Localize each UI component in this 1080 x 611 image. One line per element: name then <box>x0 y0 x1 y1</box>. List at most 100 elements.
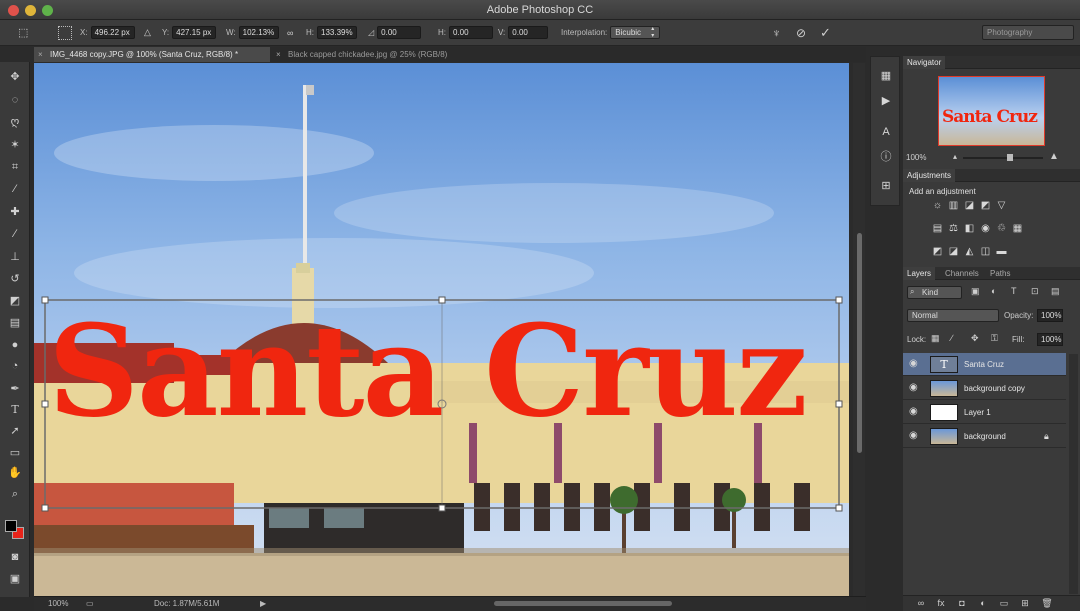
transform-tool-icon[interactable]: ⬚ <box>18 25 28 40</box>
clone-stamp-tool-icon[interactable]: ⊥ <box>7 250 23 264</box>
scroll-thumb[interactable] <box>857 233 862 453</box>
brightness-icon[interactable]: ☼ <box>931 200 944 212</box>
width-field[interactable]: 102.13% <box>238 26 279 39</box>
zoom-slider-knob[interactable] <box>1007 154 1013 161</box>
hue-saturation-icon[interactable]: ▤ <box>931 223 944 235</box>
history-panel-icon[interactable]: ▦ <box>879 69 893 83</box>
workspace-select[interactable]: Photography <box>982 25 1074 40</box>
status-zoom[interactable]: 100% <box>48 599 68 608</box>
photo-filter-icon[interactable]: ◉ <box>979 223 992 235</box>
filter-smart-object-icon[interactable]: ▤ <box>1051 286 1060 297</box>
visibility-eye-icon[interactable]: ◉ <box>909 407 921 417</box>
eyedropper-tool-icon[interactable]: ⁄ <box>7 182 23 196</box>
zoom-slider-track[interactable] <box>963 157 1043 159</box>
properties-panel-icon[interactable]: ⊞ <box>879 179 893 193</box>
hskew-field[interactable]: 0.00 <box>449 26 493 39</box>
levels-icon[interactable]: ▥ <box>947 200 960 212</box>
gradient-tool-icon[interactable]: ▤ <box>7 316 23 330</box>
curves-icon[interactable]: ◪ <box>963 200 976 212</box>
tab-navigator[interactable]: Navigator <box>903 56 946 69</box>
zoom-out-icon[interactable]: ▴ <box>953 152 957 161</box>
lock-all-icon[interactable]: ⚿ <box>991 333 998 344</box>
height-field[interactable]: 133.39% <box>317 26 357 39</box>
new-group-icon[interactable]: ▭ <box>998 598 1010 609</box>
black-white-icon[interactable]: ◧ <box>963 223 976 235</box>
new-layer-icon[interactable]: ⊞ <box>1019 598 1031 609</box>
fill-field[interactable]: 100% <box>1037 333 1063 346</box>
layer-santa-cruz[interactable]: ◉ T Santa Cruz <box>903 353 1066 376</box>
filter-shape-icon[interactable]: ⊡ <box>1031 286 1039 297</box>
layer-layer-1[interactable]: ◉ Layer 1 <box>903 401 1066 424</box>
navigator-zoom-value[interactable]: 100% <box>906 153 926 162</box>
blur-tool-icon[interactable]: ● <box>7 338 23 352</box>
warp-icon[interactable]: ♆ <box>772 25 781 40</box>
status-menu-arrow-icon[interactable]: ▶ <box>260 599 266 608</box>
eraser-tool-icon[interactable]: ◩ <box>7 294 23 308</box>
status-info-icon[interactable]: ▭ <box>86 599 94 608</box>
tab-img-4468[interactable]: × IMG_4468 copy.JPG @ 100% (Santa Cruz, … <box>34 47 270 62</box>
blend-mode-select[interactable]: Normal <box>907 309 999 322</box>
tab-adjustments[interactable]: Adjustments <box>903 169 956 182</box>
layer-style-icon[interactable]: fx <box>935 598 947 608</box>
move-tool-icon[interactable]: ✥ <box>7 70 23 84</box>
screen-mode-icon[interactable]: ▣ <box>7 572 23 586</box>
tab-paths[interactable]: Paths <box>986 267 1014 280</box>
color-balance-icon[interactable]: ⚖ <box>947 223 960 235</box>
opacity-field[interactable]: 100% <box>1037 309 1063 322</box>
brush-tool-icon[interactable]: ∕ <box>7 227 23 241</box>
lock-position-icon[interactable]: ✥ <box>971 333 979 344</box>
crop-tool-icon[interactable]: ⌗ <box>7 160 23 174</box>
invert-icon[interactable]: ◩ <box>931 246 944 258</box>
path-selection-tool-icon[interactable]: ➚ <box>7 424 23 438</box>
lock-image-icon[interactable]: ∕ <box>951 333 953 343</box>
color-lookup-icon[interactable]: ▦ <box>1011 223 1024 235</box>
filter-type-icon[interactable]: T <box>1011 286 1017 296</box>
layer-background-copy[interactable]: ◉ background copy <box>903 377 1066 400</box>
link-layers-icon[interactable]: ∞ <box>915 598 927 608</box>
close-tab-icon[interactable]: × <box>276 47 281 62</box>
lock-transparent-icon[interactable]: ▦ <box>931 333 940 344</box>
exposure-icon[interactable]: ◩ <box>979 200 992 212</box>
history-brush-tool-icon[interactable]: ↺ <box>7 272 23 286</box>
visibility-eye-icon[interactable]: ◉ <box>909 431 921 441</box>
canvas-vertical-scrollbar[interactable] <box>853 63 865 596</box>
shape-tool-icon[interactable]: ▭ <box>7 446 23 460</box>
pen-tool-icon[interactable]: ✒ <box>7 382 23 396</box>
gradient-map-icon[interactable]: ▬ <box>995 246 1008 258</box>
zoom-in-icon[interactable]: ▲ <box>1049 151 1059 162</box>
quick-mask-icon[interactable]: ◙ <box>7 550 23 564</box>
y-field[interactable]: 427.15 px <box>172 26 217 39</box>
visibility-eye-icon[interactable]: ◉ <box>909 359 921 369</box>
channel-mixer-icon[interactable]: ♲ <box>995 223 1008 235</box>
hand-tool-icon[interactable]: ✋ <box>7 466 23 480</box>
type-tool-icon[interactable]: T <box>7 403 23 417</box>
vskew-field[interactable]: 0.00 <box>508 26 549 39</box>
layer-background[interactable]: ◉ background 🔒︎ <box>903 425 1066 448</box>
cancel-transform-icon[interactable]: ⊘ <box>796 25 806 40</box>
foreground-color-swatch[interactable] <box>5 520 17 532</box>
interpolation-select[interactable]: Bicubic <box>610 26 661 40</box>
layers-scrollbar[interactable] <box>1069 354 1078 594</box>
threshold-icon[interactable]: ◭ <box>963 246 976 258</box>
commit-transform-icon[interactable]: ✓ <box>820 25 831 40</box>
lasso-tool-icon[interactable]: ღ <box>7 115 23 129</box>
navigator-thumbnail[interactable]: Santa Cruz <box>938 76 1045 146</box>
dodge-tool-icon[interactable]: ◔ <box>7 359 23 373</box>
close-tab-icon[interactable]: × <box>38 47 43 62</box>
relative-position-icon[interactable]: △ <box>144 25 151 40</box>
vibrance-icon[interactable]: ▽ <box>995 200 1008 212</box>
santa-cruz-text-layer[interactable]: Santa Cruz <box>48 308 808 434</box>
new-adjustment-layer-icon[interactable]: ◐ <box>977 598 989 608</box>
actions-panel-icon[interactable]: ▶ <box>879 94 893 108</box>
filter-pixel-icon[interactable]: ▣ <box>971 286 980 297</box>
angle-field[interactable]: 0.00 <box>377 26 422 39</box>
document-canvas[interactable]: Santa Cruz <box>34 63 849 596</box>
tab-channels[interactable]: Channels <box>941 267 983 280</box>
marquee-tool-icon[interactable]: ◌ <box>7 93 23 107</box>
tab-layers[interactable]: Layers <box>903 267 936 280</box>
x-field[interactable]: 496.22 px <box>90 26 135 39</box>
posterize-icon[interactable]: ◪ <box>947 246 960 258</box>
selective-color-icon[interactable]: ◫ <box>979 246 992 258</box>
info-panel-icon[interactable]: ⓘ <box>879 150 893 164</box>
canvas-horizontal-scrollbar[interactable] <box>494 601 672 606</box>
